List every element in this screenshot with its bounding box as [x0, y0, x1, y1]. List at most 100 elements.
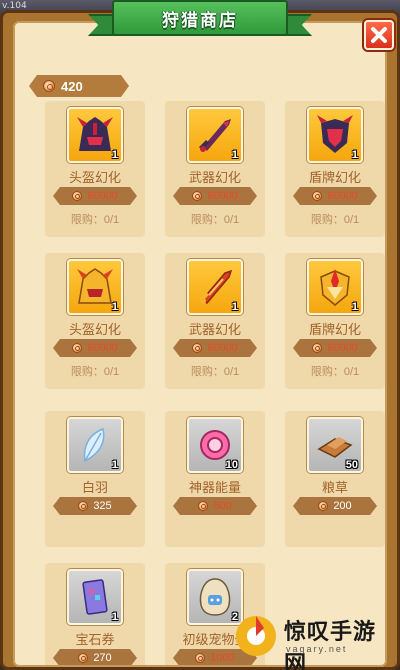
- item-icon-box[interactable]: 1: [67, 417, 123, 473]
- item-quantity: 1: [351, 149, 358, 161]
- item-quantity: 1: [231, 149, 238, 161]
- item-name: 白羽: [81, 480, 108, 495]
- shop-window: 420 1 头盔幻化 80000 限购：0/1 1 武器幻化 80000 限购：0/1 1 盾牌幻…: [0, 10, 400, 670]
- item-icon-box[interactable]: 50: [307, 417, 363, 473]
- purchase-limit: 限购：0/1: [70, 214, 120, 226]
- item-price: 500: [213, 500, 232, 512]
- shop-item[interactable]: 1 白羽 325: [45, 411, 145, 551]
- buy-price-button[interactable]: 80000: [293, 187, 377, 205]
- close-button[interactable]: [364, 20, 394, 50]
- item-name: 头盔幻化: [68, 170, 121, 185]
- purchase-limit: 限购：0/1: [190, 366, 240, 378]
- gold-helmet-icon: [77, 268, 113, 304]
- item-name: 盾牌幻化: [308, 322, 361, 337]
- item-price: 270: [93, 652, 112, 664]
- pet-egg-icon: [199, 578, 231, 616]
- item-quantity: 1: [111, 149, 118, 161]
- item-price: 200: [333, 500, 352, 512]
- item-quantity: 1: [231, 301, 238, 313]
- item-price: 80000: [87, 342, 118, 354]
- purchase-limit: 限购：0/1: [190, 214, 240, 226]
- item-icon-box[interactable]: 1: [67, 107, 123, 163]
- coin-icon: [312, 343, 322, 353]
- item-price: 80000: [207, 342, 238, 354]
- purchase-limit: 限购：0/1: [310, 366, 360, 378]
- item-quantity: 1: [351, 301, 358, 313]
- item-name: 神器能量: [188, 480, 241, 495]
- buy-price-button[interactable]: 80000: [293, 339, 377, 357]
- currency-value: 420: [61, 78, 83, 94]
- shop-item[interactable]: 1 头盔幻化 80000 限购：0/1: [45, 101, 145, 241]
- dark-shield-icon: [317, 115, 353, 153]
- item-name: 头盔幻化: [68, 322, 121, 337]
- shop-item[interactable]: 1 武器幻化 80000 限购：0/1: [165, 253, 265, 393]
- item-price: 80000: [207, 190, 238, 202]
- gold-sword-icon: [199, 269, 233, 305]
- shop-item[interactable]: 1 盾牌幻化 80000 限购：0/1: [285, 101, 385, 241]
- coin-icon: [318, 501, 328, 511]
- item-quantity: 10: [225, 459, 238, 471]
- item-price: 325: [93, 500, 112, 512]
- shop-item[interactable]: 1 武器幻化 80000 限购：0/1: [165, 101, 265, 241]
- dark-sword-icon: [199, 119, 231, 152]
- item-quantity: 1: [111, 611, 118, 623]
- buy-price-button[interactable]: 325: [53, 497, 137, 515]
- shop-item[interactable]: 1 盾牌幻化 80000 限购：0/1: [285, 253, 385, 393]
- coin-icon: [43, 80, 55, 92]
- purchase-limit: 限购：0/1: [310, 214, 360, 226]
- item-icon-box[interactable]: 10: [187, 417, 243, 473]
- purchase-limit: 限购：0/1: [70, 366, 120, 378]
- dark-helmet-icon: [77, 117, 113, 151]
- coin-icon: [72, 191, 82, 201]
- buy-price-button[interactable]: 80000: [53, 339, 137, 357]
- item-icon-box[interactable]: 1: [187, 259, 243, 315]
- coin-icon: [198, 501, 208, 511]
- buy-price-button[interactable]: 500: [173, 497, 257, 515]
- watermark-text: 惊叹手游网: [284, 619, 377, 670]
- item-quantity: 1: [111, 301, 118, 313]
- coin-icon: [78, 501, 88, 511]
- item-name: 武器幻化: [188, 322, 241, 337]
- item-icon-box[interactable]: 1: [187, 107, 243, 163]
- watermark-logo-icon: [236, 616, 276, 656]
- gold-shield-icon: [320, 269, 350, 306]
- buy-price-button[interactable]: 80000: [53, 187, 137, 205]
- item-price: 1000: [210, 652, 235, 664]
- item-icon-box[interactable]: 1: [307, 107, 363, 163]
- item-icon-box[interactable]: 1: [307, 259, 363, 315]
- watermark: 惊叹手游网 vagary.net: [234, 608, 394, 670]
- shop-item[interactable]: 1 宝石券 270: [45, 563, 145, 667]
- coin-icon: [195, 653, 205, 663]
- item-name: 武器幻化: [188, 170, 241, 185]
- close-icon: [371, 27, 387, 43]
- coin-icon: [78, 653, 88, 663]
- shop-item[interactable]: 50 粮草 200: [285, 411, 385, 551]
- watermark-url: vagary.net: [286, 644, 348, 654]
- item-price: 80000: [87, 190, 118, 202]
- gem-ticket-icon: [82, 579, 108, 615]
- shop-panel: 420 1 头盔幻化 80000 限购：0/1 1 武器幻化 80000 限购：0/1 1 盾牌幻…: [13, 21, 387, 667]
- item-icon-box[interactable]: 1: [67, 259, 123, 315]
- shop-item[interactable]: 1 头盔幻化 80000 限购：0/1: [45, 253, 145, 393]
- item-name: 宝石券: [75, 632, 115, 647]
- buy-price-button[interactable]: 270: [53, 649, 137, 667]
- coin-icon: [192, 191, 202, 201]
- item-price: 80000: [327, 190, 358, 202]
- item-name: 粮草: [321, 480, 348, 495]
- title-ribbon: 狩猎商店: [88, 0, 312, 36]
- coin-icon: [192, 343, 202, 353]
- currency-display: 420: [29, 75, 129, 97]
- coin-icon: [312, 191, 322, 201]
- buy-price-button[interactable]: 80000: [173, 339, 257, 357]
- buy-price-button[interactable]: 80000: [173, 187, 257, 205]
- item-icon-box[interactable]: 1: [67, 569, 123, 625]
- window-title: 狩猎商店: [162, 10, 238, 30]
- shop-item[interactable]: 10 神器能量 500: [165, 411, 265, 551]
- item-quantity: 50: [345, 459, 358, 471]
- buy-price-button[interactable]: 200: [293, 497, 377, 515]
- feather-icon: [83, 427, 105, 463]
- coin-icon: [72, 343, 82, 353]
- item-price: 80000: [327, 342, 358, 354]
- item-name: 盾牌幻化: [308, 170, 361, 185]
- item-quantity: 1: [111, 459, 118, 471]
